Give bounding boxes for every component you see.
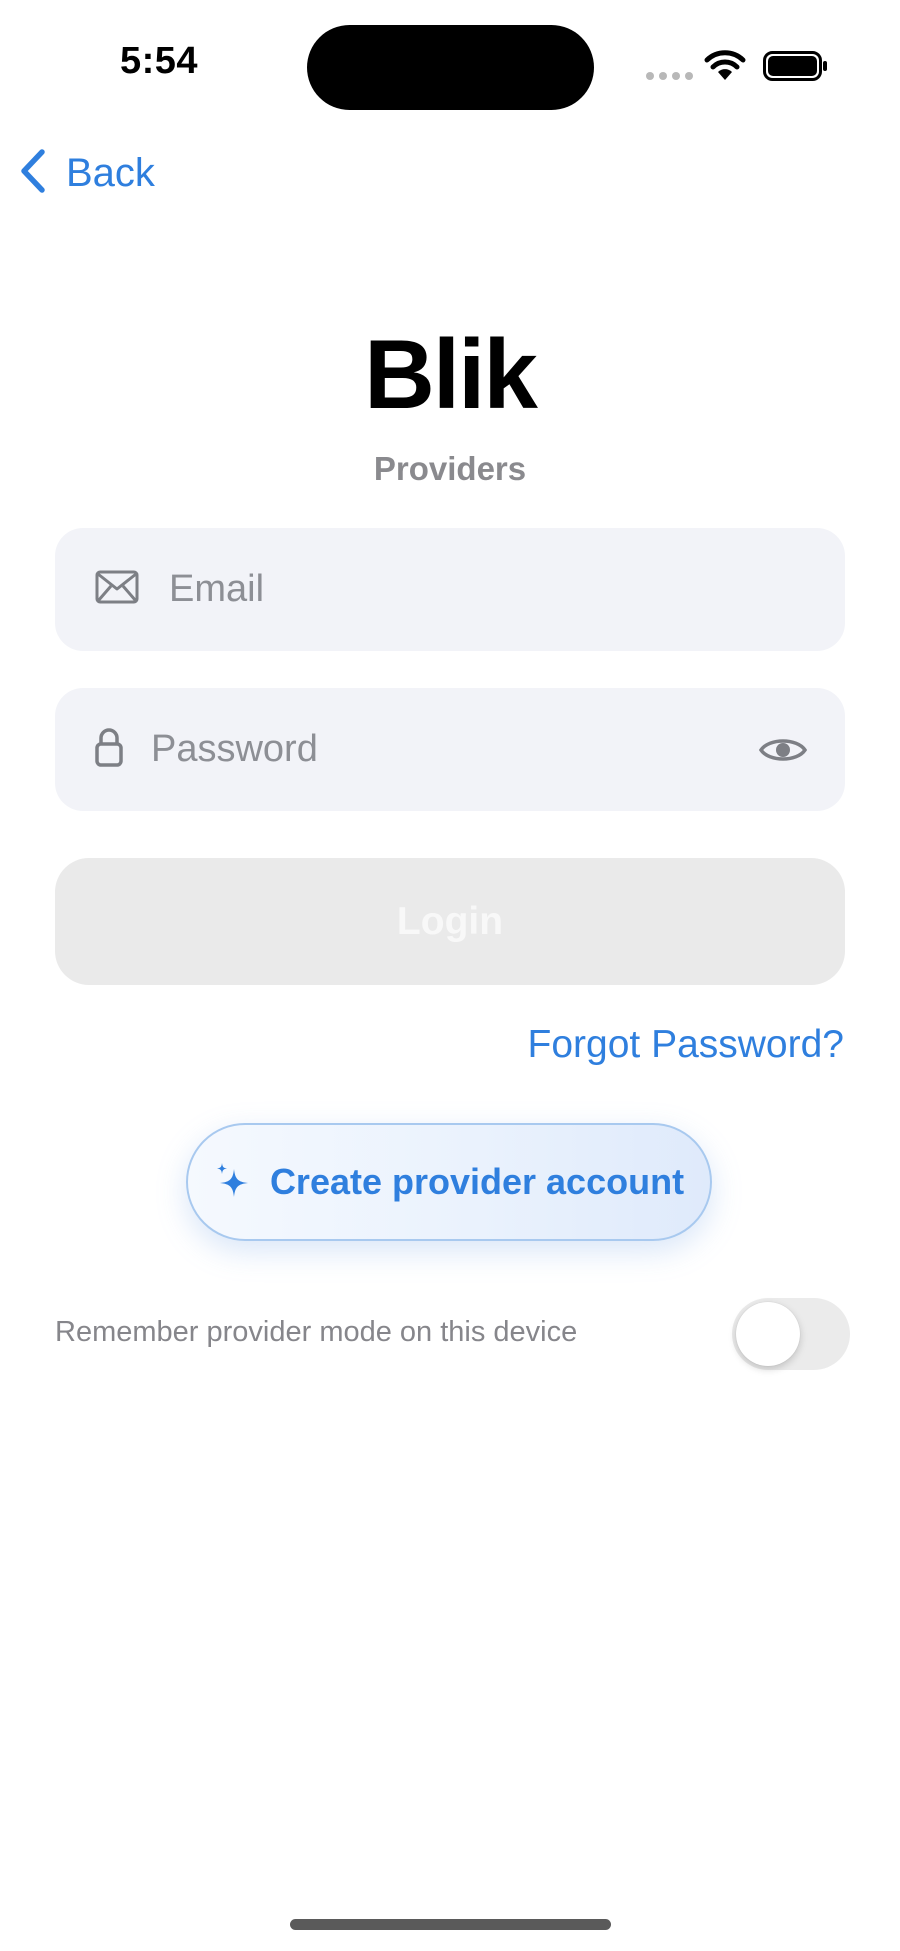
- back-label: Back: [66, 151, 155, 195]
- status-time: 5:54: [120, 40, 199, 82]
- email-input[interactable]: [167, 558, 845, 621]
- app-subtitle: Providers: [373, 450, 527, 487]
- lock-icon: [95, 727, 123, 772]
- app-title: Blik: [364, 319, 538, 429]
- login-button[interactable]: Login: [55, 858, 845, 985]
- eye-icon[interactable]: [759, 735, 807, 765]
- remember-provider-label: Remember provider mode on this device: [55, 1316, 578, 1348]
- home-indicator[interactable]: [290, 1919, 611, 1930]
- dynamic-island: [307, 25, 594, 110]
- create-provider-account-label: Create provider account: [269, 1161, 685, 1202]
- sparkles-icon: [214, 1161, 250, 1204]
- email-field[interactable]: [55, 528, 845, 651]
- forgot-password-link[interactable]: Forgot Password?: [528, 1023, 844, 1067]
- remember-provider-toggle[interactable]: [732, 1298, 850, 1370]
- toggle-knob: [736, 1302, 800, 1366]
- envelope-icon: [95, 570, 139, 609]
- back-button[interactable]: Back: [18, 148, 155, 199]
- password-input[interactable]: [149, 718, 759, 781]
- chevron-left-icon: [18, 148, 48, 199]
- cellular-signal-icon: [646, 72, 693, 80]
- wifi-icon: [704, 50, 746, 87]
- battery-icon: [763, 51, 829, 86]
- create-provider-account-button[interactable]: Create provider account: [186, 1123, 712, 1241]
- password-field[interactable]: [55, 688, 845, 811]
